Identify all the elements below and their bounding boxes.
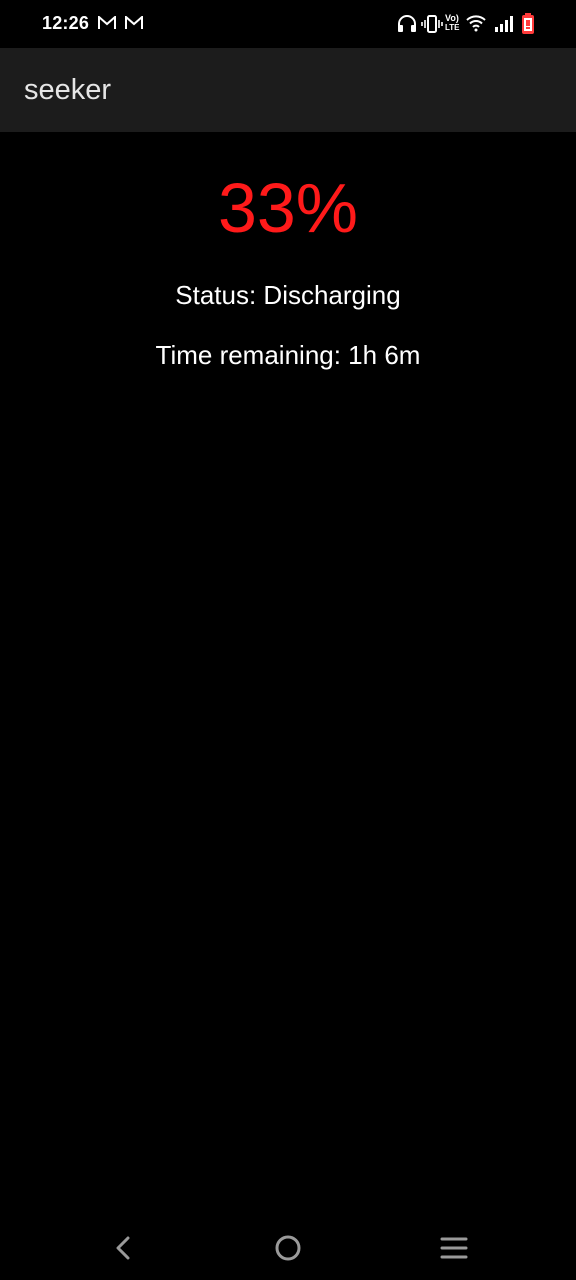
time-remaining: Time remaining: 1h 6m (155, 340, 421, 370)
volte-lte-icon: Vo) LTE (445, 13, 465, 35)
wifi-icon (466, 15, 486, 32)
app-bar: seeker (0, 48, 576, 132)
app-title: seeker (24, 74, 112, 106)
navigation-bar (0, 1216, 576, 1280)
battery-status: Status: Discharging (175, 280, 401, 310)
battery-low-icon (522, 13, 534, 34)
signal-icon (495, 16, 513, 32)
status-bar: 12:26 Vo) LTE (0, 0, 576, 48)
battery-percentage: 33% (217, 169, 359, 247)
lte-label: LTE (445, 23, 460, 32)
vibrate-icon (421, 15, 443, 33)
volte-label: Vo) (445, 13, 459, 23)
menu-icon[interactable] (434, 1230, 474, 1266)
gmail-icon (125, 16, 143, 29)
home-icon[interactable] (268, 1230, 308, 1266)
back-icon[interactable] (102, 1230, 142, 1266)
gmail-icon (98, 16, 116, 29)
headphones-icon (398, 15, 416, 32)
status-time: 12:26 (42, 13, 90, 33)
